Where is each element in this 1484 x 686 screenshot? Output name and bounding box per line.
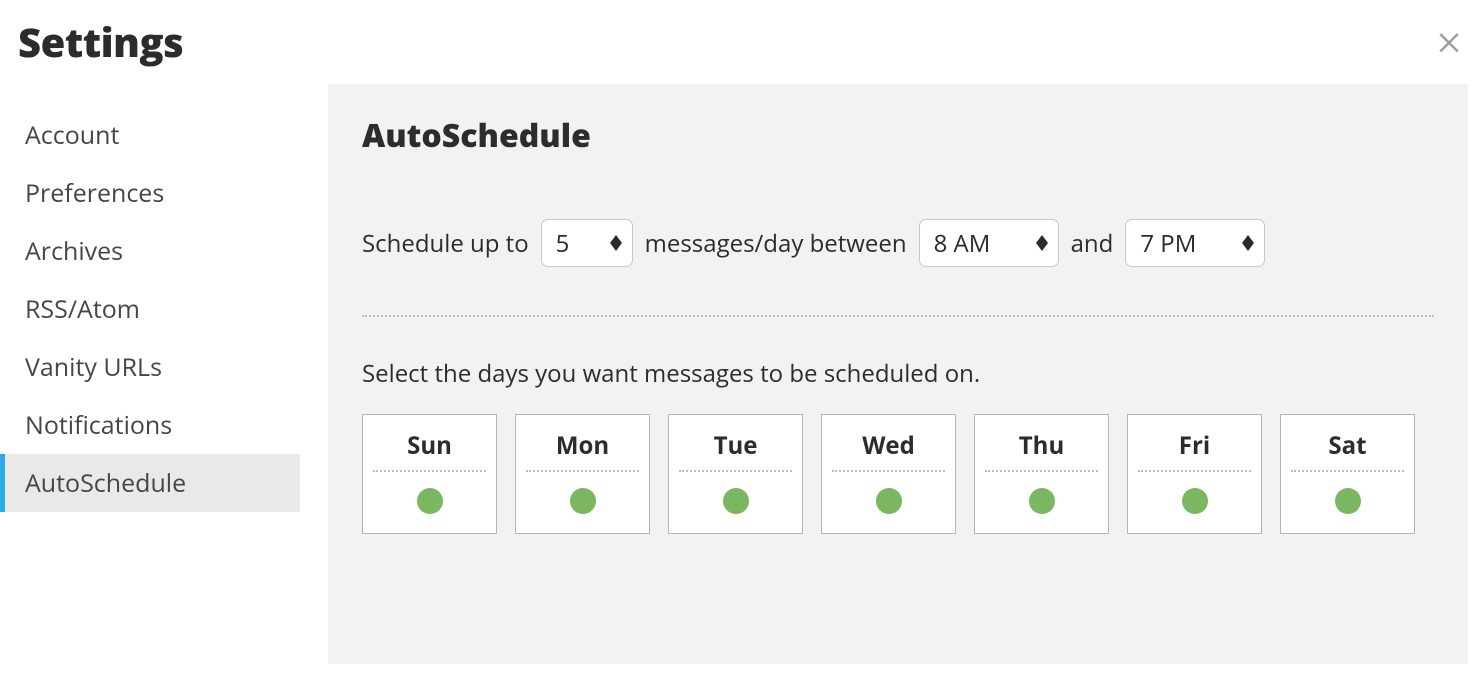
day-label: Thu <box>985 419 1098 472</box>
status-dot-icon <box>417 488 443 514</box>
day-toggle-wed[interactable]: Wed <box>821 414 956 534</box>
day-label: Sat <box>1291 419 1404 472</box>
schedule-text-prefix: Schedule up to <box>362 227 529 260</box>
day-toggle-sun[interactable]: Sun <box>362 414 497 534</box>
day-toggle-tue[interactable]: Tue <box>668 414 803 534</box>
panel-title: AutoSchedule <box>362 114 1434 157</box>
start-time-value: 8 AM <box>934 227 991 260</box>
status-dot-icon <box>1182 488 1208 514</box>
day-toggle-thu[interactable]: Thu <box>974 414 1109 534</box>
settings-sidebar: Account Preferences Archives RSS/Atom Va… <box>0 106 300 512</box>
select-stepper-icon <box>1036 235 1048 251</box>
day-toggle-mon[interactable]: Mon <box>515 414 650 534</box>
end-time-select[interactable]: 7 PM <box>1125 219 1265 267</box>
schedule-row: Schedule up to 5 messages/day between 8 … <box>362 219 1434 267</box>
start-time-select[interactable]: 8 AM <box>919 219 1059 267</box>
sidebar-item-notifications[interactable]: Notifications <box>0 396 300 454</box>
sidebar-item-autoschedule[interactable]: AutoSchedule <box>0 454 300 512</box>
days-instruction: Select the days you want messages to be … <box>362 357 1434 390</box>
messages-per-day-select[interactable]: 5 <box>541 219 633 267</box>
day-label: Wed <box>832 419 945 472</box>
section-divider <box>362 315 1434 317</box>
schedule-text-mid: messages/day between <box>645 227 907 260</box>
days-row: Sun Mon Tue Wed <box>362 414 1434 534</box>
status-dot-icon <box>570 488 596 514</box>
select-stepper-icon <box>610 235 622 251</box>
day-toggle-sat[interactable]: Sat <box>1280 414 1415 534</box>
sidebar-item-account[interactable]: Account <box>0 106 300 164</box>
sidebar-item-archives[interactable]: Archives <box>0 222 300 280</box>
day-label: Mon <box>526 419 639 472</box>
messages-per-day-value: 5 <box>556 227 570 260</box>
sidebar-item-rss-atom[interactable]: RSS/Atom <box>0 280 300 338</box>
day-toggle-fri[interactable]: Fri <box>1127 414 1262 534</box>
close-button[interactable] <box>1434 26 1464 56</box>
status-dot-icon <box>876 488 902 514</box>
day-label: Tue <box>679 419 792 472</box>
sidebar-item-vanity-urls[interactable]: Vanity URLs <box>0 338 300 396</box>
close-icon <box>1434 39 1464 61</box>
autoschedule-panel: AutoSchedule Schedule up to 5 messages/d… <box>328 84 1468 664</box>
page-title: Settings <box>18 14 183 69</box>
day-label: Fri <box>1138 419 1251 472</box>
day-label: Sun <box>373 419 486 472</box>
end-time-value: 7 PM <box>1140 227 1196 260</box>
status-dot-icon <box>1029 488 1055 514</box>
status-dot-icon <box>723 488 749 514</box>
select-stepper-icon <box>1242 235 1254 251</box>
schedule-text-and: and <box>1071 227 1114 260</box>
sidebar-item-preferences[interactable]: Preferences <box>0 164 300 222</box>
status-dot-icon <box>1335 488 1361 514</box>
